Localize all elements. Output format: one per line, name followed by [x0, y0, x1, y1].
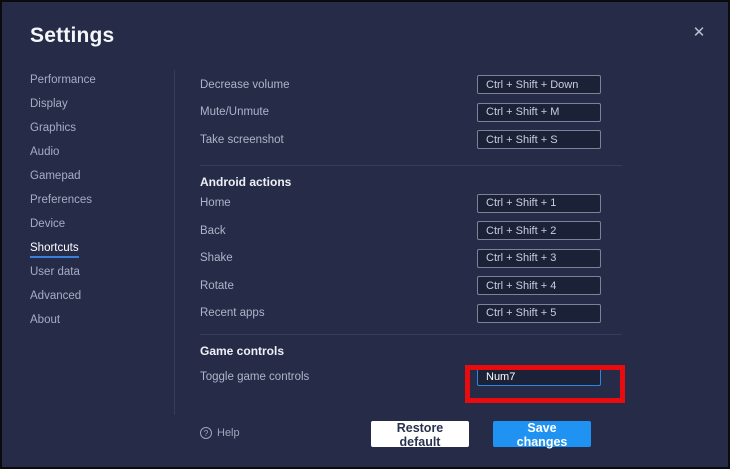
sidebar-item-device[interactable]: Device: [30, 212, 160, 236]
page-title: Settings: [30, 24, 115, 47]
shortcut-row-take-screenshot: Take screenshot: [200, 126, 622, 154]
shortcut-label: Back: [200, 224, 226, 237]
take-screenshot-input[interactable]: [477, 130, 601, 150]
sidebar-item-display[interactable]: Display: [30, 92, 160, 116]
shortcut-row-home: Home: [200, 190, 622, 218]
close-icon[interactable]: ✕: [688, 22, 710, 44]
home-input[interactable]: [477, 193, 601, 213]
shortcut-label: Shake: [200, 252, 233, 265]
sidebar-item-user-data[interactable]: User data: [30, 260, 160, 284]
rotate-input[interactable]: [477, 276, 601, 296]
shortcut-label: Recent apps: [200, 307, 265, 320]
recent-apps-input[interactable]: [477, 303, 601, 323]
shortcuts-panel: Decrease volume Mute/Unmute Take screens…: [200, 71, 622, 391]
save-changes-button[interactable]: Save changes: [493, 421, 591, 449]
dialog-footer: ? Help Restore default Save changes: [200, 421, 706, 449]
sidebar-item-audio[interactable]: Audio: [30, 140, 160, 164]
sidebar-item-graphics[interactable]: Graphics: [30, 116, 160, 140]
shortcut-label: Decrease volume: [200, 78, 290, 91]
toggle-game-controls-input[interactable]: [477, 367, 601, 387]
help-link[interactable]: ? Help: [200, 427, 240, 439]
shortcut-label: Toggle game controls: [200, 370, 310, 383]
shortcut-row-toggle-game-controls: Toggle game controls: [200, 363, 622, 391]
shortcut-label: Take screenshot: [200, 133, 284, 146]
sidebar-divider: [174, 70, 175, 415]
help-icon: ?: [200, 427, 212, 439]
sidebar-item-gamepad[interactable]: Gamepad: [30, 164, 160, 188]
shortcut-label: Rotate: [200, 279, 234, 292]
settings-sidebar: Performance Display Graphics Audio Gamep…: [30, 68, 160, 332]
section-divider: [200, 334, 622, 335]
decrease-volume-input[interactable]: [477, 75, 601, 95]
restore-default-button[interactable]: Restore default: [371, 421, 469, 449]
sidebar-item-advanced[interactable]: Advanced: [30, 284, 160, 308]
shake-input[interactable]: [477, 248, 601, 268]
game-controls-heading: Game controls: [200, 344, 285, 358]
shortcut-label: Mute/Unmute: [200, 106, 270, 119]
back-input[interactable]: [477, 221, 601, 241]
shortcut-row-mute-unmute: Mute/Unmute: [200, 99, 622, 127]
shortcut-row-shake: Shake: [200, 245, 622, 273]
sidebar-item-shortcuts[interactable]: Shortcuts: [30, 236, 160, 260]
sidebar-item-preferences[interactable]: Preferences: [30, 188, 160, 212]
shortcut-row-decrease-volume: Decrease volume: [200, 71, 622, 99]
help-label: Help: [217, 427, 240, 439]
section-divider: [200, 164, 622, 166]
android-actions-heading: Android actions: [200, 174, 292, 189]
sidebar-item-performance[interactable]: Performance: [30, 68, 160, 92]
settings-dialog: Settings ✕ Performance Display Graphics …: [0, 0, 730, 469]
mute-unmute-input[interactable]: [477, 102, 601, 122]
sidebar-item-about[interactable]: About: [30, 308, 160, 332]
shortcut-row-recent-apps: Recent apps: [200, 300, 622, 328]
shortcut-row-rotate: Rotate: [200, 272, 622, 300]
shortcut-label: Home: [200, 197, 231, 210]
shortcut-row-back: Back: [200, 217, 622, 245]
